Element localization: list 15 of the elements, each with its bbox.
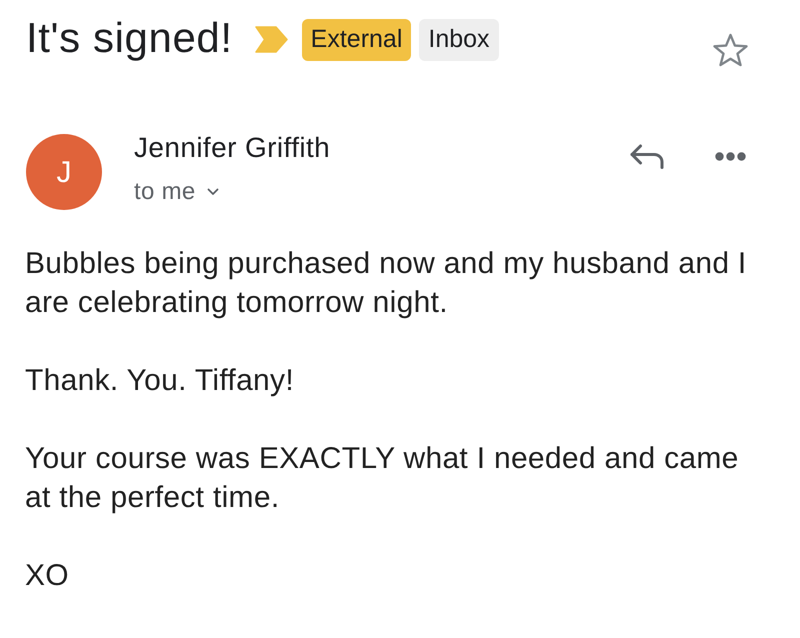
more-options-icon[interactable]	[715, 152, 746, 161]
message-paragraph: XO	[25, 558, 70, 594]
message-paragraph: Thank. You. Tiffany!	[25, 363, 295, 399]
label-tag: Inbox	[419, 19, 499, 61]
star-icon[interactable]	[712, 33, 749, 67]
email-subject: It's signed!	[26, 13, 233, 63]
sender-name: Jennifer Griffith	[134, 131, 330, 165]
avatar-icon: J	[26, 134, 102, 210]
reply-icon[interactable]	[630, 144, 664, 169]
message-paragraph: Bubbles being purchased now and my husband and I are celebrating tomorrow night.	[25, 246, 748, 321]
importance-marker-icon[interactable]	[254, 26, 288, 53]
recipient-dropdown[interactable]: to me	[134, 177, 219, 207]
chevron-down-icon	[206, 188, 219, 196]
label-tag: External	[302, 19, 412, 61]
message-paragraph: Your course was EXACTLY what I needed and came at the perfect time.	[25, 441, 740, 516]
